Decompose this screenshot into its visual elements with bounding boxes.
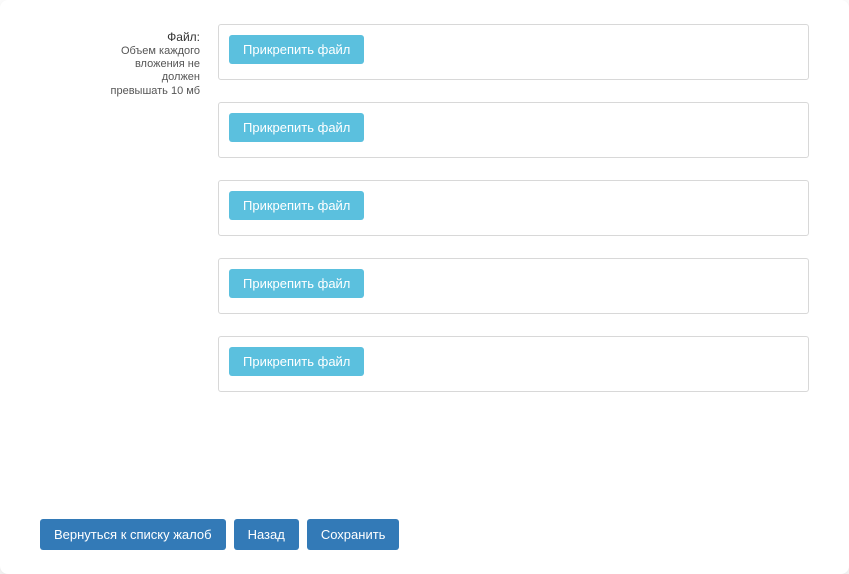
- attach-file-button[interactable]: Прикрепить файл: [229, 35, 364, 64]
- file-slots-column: Прикрепить файл Прикрепить файл Прикрепи…: [218, 24, 809, 392]
- attach-file-button[interactable]: Прикрепить файл: [229, 269, 364, 298]
- file-upload-row: Файл: Объем каждого вложения не должен п…: [40, 24, 809, 489]
- footer-actions: Вернуться к списку жалоб Назад Сохранить: [40, 519, 809, 550]
- file-slot: Прикрепить файл: [218, 102, 809, 158]
- file-label-title: Файл:: [40, 30, 200, 45]
- attach-file-button[interactable]: Прикрепить файл: [229, 347, 364, 376]
- file-slot: Прикрепить файл: [218, 180, 809, 236]
- attach-file-button[interactable]: Прикрепить файл: [229, 113, 364, 142]
- back-button[interactable]: Назад: [234, 519, 299, 550]
- file-label-column: Файл: Объем каждого вложения не должен п…: [40, 24, 200, 98]
- back-to-list-button[interactable]: Вернуться к списку жалоб: [40, 519, 226, 550]
- file-slot: Прикрепить файл: [218, 336, 809, 392]
- page-container: Файл: Объем каждого вложения не должен п…: [0, 0, 849, 574]
- save-button[interactable]: Сохранить: [307, 519, 400, 550]
- file-slot: Прикрепить файл: [218, 24, 809, 80]
- file-label-sub-line3: должен: [40, 71, 200, 84]
- attach-file-button[interactable]: Прикрепить файл: [229, 191, 364, 220]
- file-label-sub-line2: вложения не: [40, 58, 200, 71]
- file-label-sub-line4: превышать 10 мб: [40, 85, 200, 98]
- file-label-sub-line1: Объем каждого: [40, 45, 200, 58]
- file-slot: Прикрепить файл: [218, 258, 809, 314]
